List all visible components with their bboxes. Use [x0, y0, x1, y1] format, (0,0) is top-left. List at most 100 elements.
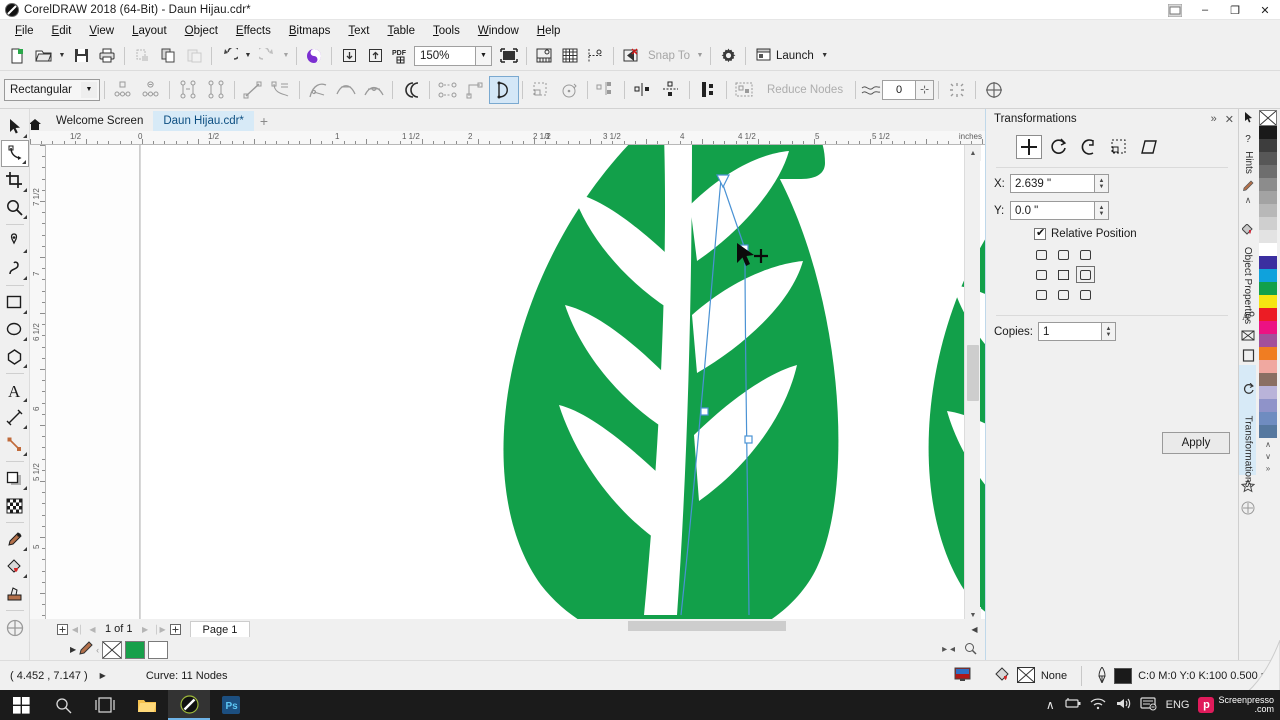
shape-mode-select[interactable]: Rectangular ▼ — [4, 78, 100, 101]
text-tool-flyout-icon[interactable] — [22, 398, 27, 402]
crop-tool-flyout-icon[interactable] — [22, 188, 27, 192]
elastic-mode-icon[interactable] — [694, 77, 722, 103]
anchor-point-8[interactable] — [1076, 286, 1095, 303]
print-icon[interactable] — [94, 44, 120, 68]
open-dropdown-arrow-icon[interactable]: ▼ — [56, 44, 68, 68]
import-icon[interactable] — [336, 44, 362, 68]
next-page-button[interactable]: ▶ — [139, 621, 152, 637]
palette-swatch[interactable] — [1259, 412, 1277, 425]
minimize-button[interactable]: – — [1190, 0, 1220, 20]
connector-tool-flyout-icon[interactable] — [22, 452, 27, 456]
anchor-point-7[interactable] — [1054, 286, 1073, 303]
color-eyedropper-tool[interactable] — [1, 526, 29, 553]
transparency-tool[interactable] — [1, 492, 29, 519]
smooth-node-icon[interactable] — [332, 77, 360, 103]
ellipse-tool[interactable] — [1, 316, 29, 343]
x-position-stepper[interactable]: ▲ ▼ — [1095, 174, 1109, 193]
extend-curve-to-close-icon[interactable] — [434, 77, 462, 103]
new-document-icon[interactable] — [4, 44, 30, 68]
anchor-point-0[interactable] — [1032, 246, 1051, 263]
status-strip-more-icon[interactable]: ▸ ◂ — [942, 644, 955, 655]
artistic-media-tool[interactable] — [1, 255, 29, 282]
pick-tool[interactable] — [1, 113, 29, 140]
paste-icon[interactable] — [181, 44, 207, 68]
save-document-icon[interactable] — [68, 44, 94, 68]
launch-dropdown-arrow-icon[interactable]: ▼ — [819, 44, 831, 68]
anchor-point-5[interactable] — [1076, 266, 1095, 283]
anchor-point-6[interactable] — [1032, 286, 1051, 303]
palette-swatch[interactable] — [1259, 399, 1277, 412]
palette-swatch[interactable] — [1259, 126, 1277, 139]
fill-color-swatch[interactable] — [125, 640, 146, 659]
file-explorer-icon[interactable] — [126, 690, 168, 720]
relative-position-row[interactable]: Relative Position — [986, 224, 1238, 242]
docker-collapse-button[interactable]: » — [1211, 113, 1217, 125]
curve-smoothness-input[interactable]: 0 — [882, 79, 917, 100]
zoom-level-input[interactable]: 150% — [414, 45, 476, 66]
menu-item-edit[interactable]: Edit — [43, 22, 81, 40]
extract-subpath-icon[interactable] — [462, 77, 490, 103]
rotate-nodes-icon[interactable] — [555, 77, 583, 103]
drop-shadow-tool[interactable] — [1, 465, 29, 492]
snap-off-icon[interactable] — [618, 44, 644, 68]
scroll-up-icon[interactable]: ▲ — [965, 145, 981, 161]
volume-icon[interactable] — [1115, 697, 1131, 713]
copies-stepper[interactable]: ▲ ▼ — [1102, 322, 1116, 341]
fill-icon[interactable] — [995, 667, 1011, 685]
docker-close-button[interactable]: ✕ — [1225, 113, 1234, 126]
full-screen-preview-icon[interactable] — [496, 44, 522, 68]
palette-swatch[interactable] — [1259, 269, 1277, 282]
smart-fill-tool[interactable] — [1, 580, 29, 607]
palette-swatch[interactable] — [1259, 256, 1277, 269]
copy-icon[interactable] — [155, 44, 181, 68]
coreldraw-icon[interactable] — [168, 690, 210, 720]
restore-window-icon[interactable] — [1160, 0, 1190, 20]
freehand-tool-flyout-icon[interactable] — [22, 249, 27, 253]
palette-swatch[interactable] — [1259, 321, 1277, 334]
corel-connect-icon[interactable] — [301, 44, 327, 68]
palette-swatch[interactable] — [1259, 334, 1277, 347]
palette-swatch[interactable] — [1259, 425, 1277, 438]
zoom-dropdown-arrow-icon[interactable]: ▼ — [476, 45, 492, 66]
outline-pen-status-icon[interactable] — [1096, 665, 1108, 686]
snap-to-dropdown-arrow-icon[interactable]: ▼ — [694, 44, 706, 68]
crop-tool[interactable] — [1, 167, 29, 194]
home-icon[interactable] — [28, 118, 46, 131]
rail-tab-object-properties[interactable]: Object Properties — [1239, 207, 1257, 324]
close-button[interactable]: ✕ — [1250, 0, 1280, 20]
drop-shadow-flyout-icon[interactable] — [22, 486, 27, 490]
publish-pdf-icon[interactable]: PDF — [388, 44, 414, 68]
menu-item-bitmaps[interactable]: Bitmaps — [280, 22, 340, 40]
anchor-point-2[interactable] — [1076, 246, 1095, 263]
show-guidelines-icon[interactable] — [583, 44, 609, 68]
convert-to-curve-icon[interactable] — [267, 77, 295, 103]
chevron-down-icon[interactable]: ▼ — [81, 81, 97, 98]
horizontal-scroll-thumb[interactable] — [628, 621, 786, 631]
first-page-button[interactable]: ◀│ — [71, 621, 84, 637]
undo-dropdown-arrow-icon[interactable]: ▼ — [242, 44, 254, 68]
rail-frame-icon[interactable] — [1239, 325, 1257, 345]
palette-swatch[interactable] — [1259, 152, 1277, 165]
freehand-tool[interactable] — [1, 228, 29, 255]
anchor-point-1[interactable] — [1054, 246, 1073, 263]
pick-tool-flyout-icon[interactable] — [22, 134, 27, 138]
last-page-button[interactable]: │▶ — [154, 621, 167, 637]
task-view-icon[interactable] — [84, 690, 126, 720]
fill-none-swatch[interactable] — [1016, 666, 1035, 686]
apply-button[interactable]: Apply — [1162, 432, 1230, 454]
dimension-tool-flyout-icon[interactable] — [22, 425, 27, 429]
rotate-mode-button[interactable] — [1046, 135, 1072, 159]
rail-tab-hints[interactable]: ? Hints — [1239, 125, 1257, 177]
stretch-nodes-icon[interactable] — [527, 77, 555, 103]
add-page-after-icon[interactable] — [169, 621, 182, 637]
palette-swatch[interactable] — [1259, 204, 1277, 217]
palette-swatch[interactable] — [1259, 295, 1277, 308]
no-color-swatch[interactable] — [1259, 110, 1277, 126]
text-tool[interactable]: A — [1, 377, 29, 404]
palette-swatch[interactable] — [1259, 139, 1277, 152]
symmetrical-node-icon[interactable] — [360, 77, 388, 103]
export-icon[interactable] — [362, 44, 388, 68]
position-mode-button[interactable] — [1016, 135, 1042, 159]
rail-page-icon[interactable] — [1239, 345, 1257, 365]
ellipse-tool-flyout-icon[interactable] — [22, 337, 27, 341]
